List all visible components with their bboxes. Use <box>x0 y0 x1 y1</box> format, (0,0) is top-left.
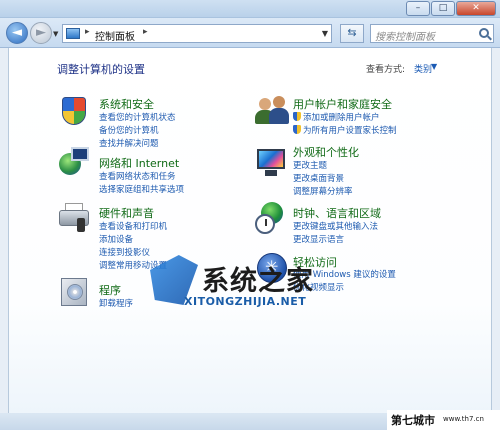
printer-icon[interactable] <box>57 200 91 234</box>
link-parental-controls-label: 为所有用户设置家长控制 <box>303 126 397 136</box>
shield-icon[interactable] <box>57 94 91 128</box>
close-button[interactable]: ✕ <box>456 1 496 16</box>
link-troubleshoot[interactable]: 查找并解决问题 <box>99 137 159 149</box>
category-hardware-sound[interactable]: 硬件和声音 <box>99 205 154 221</box>
link-display-language[interactable]: 更改显示语言 <box>293 233 344 245</box>
refresh-button[interactable]: ⇆ <box>340 24 364 43</box>
link-network-status[interactable]: 查看网络状态和任务 <box>99 170 176 182</box>
category-programs[interactable]: 程序 <box>99 282 121 298</box>
breadcrumb-arrow-icon[interactable]: ▸ <box>143 27 148 37</box>
link-homegroup-sharing[interactable]: 选择家庭组和共享选项 <box>99 183 184 195</box>
breadcrumb-control-panel[interactable]: 控制面板 <box>95 28 135 43</box>
category-system-security[interactable]: 系统和安全 <box>99 96 154 112</box>
back-button[interactable]: ◄ <box>6 22 28 44</box>
category-user-accounts[interactable]: 用户帐户和家庭安全 <box>293 96 392 112</box>
address-dropdown-icon[interactable]: ▼ <box>322 29 328 38</box>
link-add-device[interactable]: 添加设备 <box>99 233 133 245</box>
watermark-domain: XITONGZHIJIA.NET <box>184 295 307 308</box>
title-bar: – □ ✕ <box>0 0 500 18</box>
link-desktop-background[interactable]: 更改桌面背景 <box>293 172 344 184</box>
monitor-icon[interactable] <box>255 145 289 179</box>
link-parental-controls[interactable]: 为所有用户设置家长控制 <box>293 124 397 136</box>
network-globe-icon[interactable] <box>57 145 91 179</box>
link-change-theme[interactable]: 更改主题 <box>293 159 327 171</box>
category-network-internet[interactable]: 网络和 Internet <box>99 155 179 171</box>
watermark: 系统之家 XITONGZHIJIA.NET <box>150 255 460 315</box>
watermark-title: 系统之家 <box>202 266 314 297</box>
search-input[interactable]: 搜索控制面板 <box>370 24 494 43</box>
category-appearance[interactable]: 外观和个性化 <box>293 144 359 160</box>
search-placeholder: 搜索控制面板 <box>375 32 435 43</box>
programs-disc-icon[interactable] <box>57 274 91 308</box>
uac-shield-icon <box>293 125 301 134</box>
history-dropdown-icon[interactable]: ▼ <box>53 30 58 38</box>
clock-globe-icon[interactable] <box>255 200 289 234</box>
link-view-computer-status[interactable]: 查看您的计算机状态 <box>99 111 176 123</box>
corner-watermark-text: 第七城市 <box>391 414 435 427</box>
search-icon[interactable] <box>479 28 489 38</box>
minimize-button[interactable]: – <box>406 1 430 16</box>
link-connect-projector[interactable]: 连接到投影仪 <box>99 246 150 258</box>
link-backup-computer[interactable]: 备份您的计算机 <box>99 124 159 136</box>
link-screen-resolution[interactable]: 调整屏幕分辨率 <box>293 185 353 197</box>
control-panel-content: 调整计算机的设置 查看方式: 类别 ▼ 系统和安全 查看您的计算机状态 备份您的… <box>8 48 492 413</box>
category-clock-language[interactable]: 时钟、语言和区域 <box>293 205 381 221</box>
users-icon[interactable] <box>255 94 289 128</box>
view-by-dropdown[interactable]: 类别 <box>414 62 432 75</box>
window-controls: – □ ✕ <box>406 1 496 16</box>
page-title: 调整计算机的设置 <box>57 63 145 76</box>
uac-shield-icon <box>293 112 301 121</box>
link-add-remove-accounts-label: 添加或删除用户帐户 <box>303 113 380 123</box>
control-panel-icon <box>66 28 80 39</box>
view-by-label: 查看方式: <box>366 65 406 75</box>
navigation-bar: ◄ ► ▼ ▸ 控制面板 ▸ ▼ ⇆ 搜索控制面板 <box>0 18 500 48</box>
link-keyboard-input[interactable]: 更改键盘或其他输入法 <box>293 220 378 232</box>
link-uninstall-program[interactable]: 卸载程序 <box>99 297 133 309</box>
address-bar[interactable]: ▸ 控制面板 ▸ ▼ <box>62 24 332 43</box>
link-devices-printers[interactable]: 查看设备和打印机 <box>99 220 167 232</box>
chevron-down-icon[interactable]: ▼ <box>431 62 437 71</box>
forward-button[interactable]: ► <box>30 22 52 44</box>
maximize-button[interactable]: □ <box>431 1 455 16</box>
corner-watermark-domain: www.th7.cn <box>443 415 484 423</box>
breadcrumb-separator-icon[interactable]: ▸ <box>85 27 90 37</box>
link-add-remove-accounts[interactable]: 添加或删除用户帐户 <box>293 111 380 123</box>
corner-watermark: 第七城市 www.th7.cn <box>387 410 500 430</box>
